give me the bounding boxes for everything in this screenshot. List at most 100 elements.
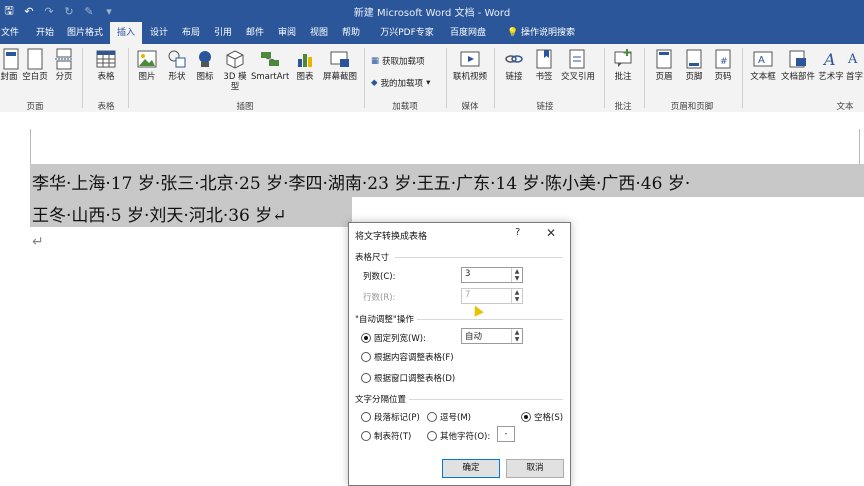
tab-tell-me[interactable]: 💡 操作说明搜索 (496, 22, 586, 44)
group-comments-label: 批注 (614, 102, 632, 112)
columns-spinner[interactable]: 3 ▲ ▼ (461, 267, 523, 283)
3d-models-button[interactable]: 3D 模型 (222, 48, 248, 92)
my-addins-button[interactable]: ◆ 我的加载项 ▾ (371, 77, 430, 89)
comment-icon (612, 48, 634, 70)
autofit-content-radio[interactable]: 根据内容调整表格(F) (361, 351, 454, 363)
paragraph-mark: ↵ (32, 234, 44, 250)
tab-design[interactable]: 设计 (146, 22, 172, 44)
cube-icon (224, 48, 246, 70)
group-pages-label: 页面 (26, 102, 44, 112)
radio-selected-icon (521, 412, 531, 422)
screenshot-icon (329, 48, 351, 70)
document-line[interactable]: 李华·上海·17 岁·张三·北京·25 岁·李四·湖南·23 岁·王五·广东·1… (32, 169, 690, 194)
section-divider (395, 257, 563, 258)
wordart-icon: A (820, 48, 842, 70)
radio-icon (361, 373, 371, 383)
group-links-label: 链接 (536, 102, 554, 112)
group-separator (446, 48, 447, 108)
tab-baidu[interactable]: 百度网盘 (446, 22, 490, 44)
columns-value: 3 (465, 269, 471, 279)
tab-picture-format[interactable]: 图片格式 (63, 22, 107, 44)
svg-text:#: # (720, 57, 728, 67)
footer-icon (683, 48, 705, 70)
get-addins-button[interactable]: ▦ 获取加载项 (371, 55, 425, 67)
blank-page-button[interactable]: 空白页 (22, 48, 48, 82)
tab-insert[interactable]: 插入 (110, 22, 142, 44)
drop-cap-button[interactable]: A 首字 (845, 48, 864, 82)
title-bar: 🖫 ↶ ↷ ↻ ✎ ▾ 新建 Microsoft Word 文档 - Word (0, 0, 864, 22)
smartart-icon (259, 48, 281, 70)
table-icon (95, 48, 117, 70)
radio-selected-icon (361, 333, 371, 343)
table-button[interactable]: 表格 (92, 48, 120, 82)
tab-file[interactable]: 文件 (0, 22, 20, 44)
ribbon-tabs: 文件 开始 图片格式 插入 设计 布局 引用 邮件 审阅 视图 帮助 万兴PDF… (0, 22, 864, 44)
fixed-width-radio[interactable]: 固定列宽(W): (361, 332, 426, 344)
cover-page-button[interactable]: 封面 (0, 48, 19, 82)
quick-parts-icon (787, 48, 809, 70)
pictures-button[interactable]: 图片 (134, 48, 160, 82)
tab-review[interactable]: 审阅 (274, 22, 300, 44)
autofit-window-radio[interactable]: 根据窗口调整表格(D) (361, 372, 455, 384)
link-button[interactable]: 链接 (502, 48, 526, 82)
bookmark-button[interactable]: 书签 (531, 48, 557, 82)
text-box-button[interactable]: A 文本框 (748, 48, 778, 82)
radio-icon (427, 412, 437, 422)
screenshot-button[interactable]: 屏幕截图 (320, 48, 360, 82)
tab-references[interactable]: 引用 (210, 22, 236, 44)
document-line[interactable]: 王冬·山西·5 岁·刘天·河北·36 岁↵ (32, 201, 287, 226)
link-icon (503, 48, 525, 70)
shapes-icon (166, 48, 188, 70)
page-number-icon: # (712, 48, 734, 70)
convert-text-to-table-dialog: 将文字转换成表格 ? ✕ 表格尺寸 列数(C): 3 ▲ ▼ 行数(R): 7 ▲… (348, 222, 571, 486)
tab-help[interactable]: 帮助 (338, 22, 364, 44)
chart-icon (294, 48, 316, 70)
shapes-button[interactable]: 形状 (164, 48, 190, 82)
text-box-icon: A (752, 48, 774, 70)
rows-value: 7 (465, 290, 471, 300)
comment-button[interactable]: 批注 (610, 48, 636, 82)
store-icon: ▦ (371, 56, 380, 66)
other-character-input[interactable]: - (497, 426, 515, 442)
smartart-button[interactable]: SmartArt (251, 48, 289, 82)
ribbon: 封面 空白页 分页 页面 表格 表格 图片 形状 图标 3D 模型 SmartA… (0, 44, 864, 113)
spinner-arrows-icon[interactable]: ▲ ▼ (511, 268, 522, 282)
close-icon[interactable]: ✕ (546, 226, 556, 240)
online-video-button[interactable]: 联机视频 (452, 48, 488, 82)
space-radio[interactable]: 空格(S) (521, 411, 563, 423)
tab-home[interactable]: 开始 (30, 22, 60, 44)
radio-icon (361, 412, 371, 422)
footer-button[interactable]: 页脚 (682, 48, 706, 82)
spinner-arrows-icon[interactable]: ▲ ▼ (511, 329, 522, 343)
icons-button[interactable]: 图标 (193, 48, 217, 82)
fixed-width-spinner[interactable]: 自动 ▲ ▼ (461, 328, 523, 344)
header-button[interactable]: 页眉 (652, 48, 676, 82)
group-addins-label: 加载项 (392, 102, 418, 112)
window-title: 新建 Microsoft Word 文档 - Word (353, 8, 511, 19)
comma-radio[interactable]: 逗号(M) (427, 411, 471, 423)
page-margin-guide (30, 129, 860, 164)
group-separator (364, 48, 365, 108)
group-text-label: 文本 (836, 102, 854, 112)
chart-button[interactable]: 图表 (293, 48, 317, 82)
paragraph-mark-radio[interactable]: 段落标记(P) (361, 411, 420, 423)
tab-layout[interactable]: 布局 (178, 22, 204, 44)
cross-reference-button[interactable]: 交叉引用 (560, 48, 596, 82)
help-button[interactable]: ? (515, 227, 520, 238)
cancel-button[interactable]: 取消 (506, 459, 564, 478)
ok-button[interactable]: 确定 (442, 459, 500, 478)
other-character-radio[interactable]: 其他字符(O): (427, 430, 490, 442)
page-break-button[interactable]: 分页 (52, 48, 76, 82)
page-number-button[interactable]: # 页码 (711, 48, 735, 82)
bookmark-icon (533, 48, 555, 70)
group-illustrations-label: 插图 (236, 102, 254, 112)
group-separator (128, 48, 129, 108)
wordart-button[interactable]: A 艺术字 (817, 48, 845, 82)
quick-parts-button[interactable]: 文档部件 (780, 48, 816, 82)
tab-view[interactable]: 视图 (306, 22, 332, 44)
tab-mailings[interactable]: 邮件 (242, 22, 268, 44)
lightbulb-icon: 💡 (506, 28, 519, 38)
tab-pdf-expert[interactable]: 万兴PDF专家 (372, 22, 442, 44)
tab-character-radio[interactable]: 制表符(T) (361, 430, 411, 442)
addin-icon: ◆ (371, 78, 378, 88)
